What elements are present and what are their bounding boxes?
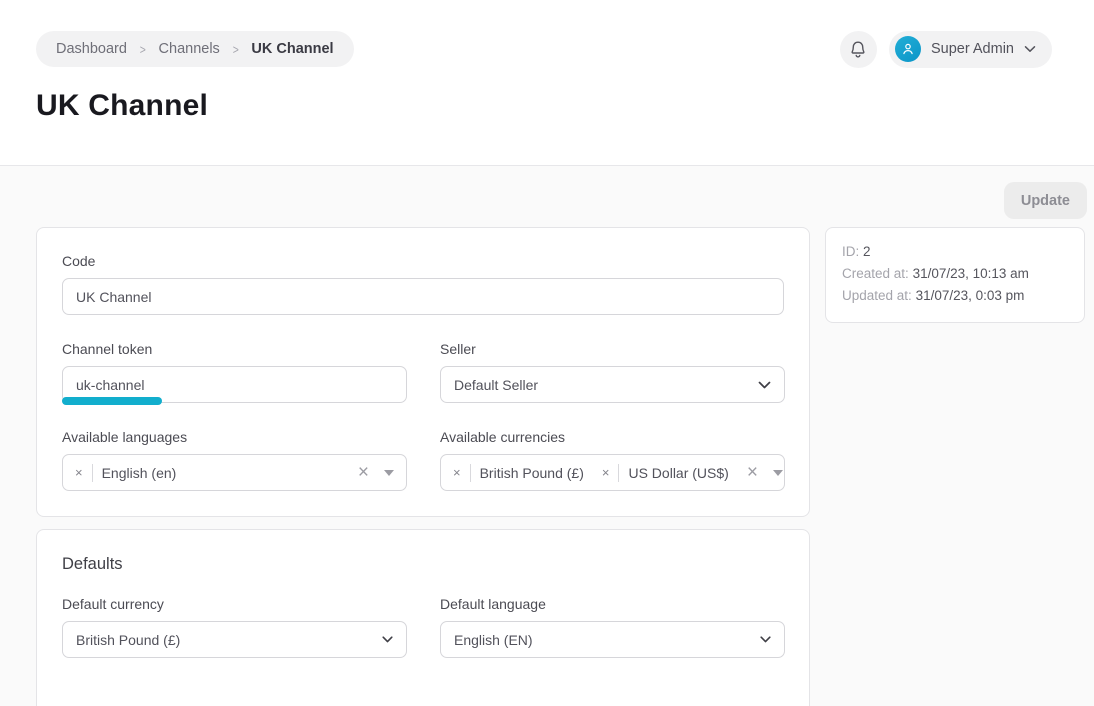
breadcrumb: Dashboard > Channels > UK Channel	[36, 31, 354, 67]
breadcrumb-dashboard[interactable]: Dashboard	[56, 41, 127, 57]
default-language-select[interactable]: English (EN)	[440, 621, 785, 658]
chip-divider	[618, 464, 619, 482]
code-field: Code	[62, 253, 784, 315]
channel-token-input-wrap	[62, 366, 407, 403]
token-highlight-bar	[62, 397, 162, 405]
channel-form-card: Code Channel token Seller Defa	[36, 227, 810, 517]
chip-remove-icon[interactable]: ×	[75, 466, 83, 479]
dropdown-caret-icon[interactable]	[773, 470, 783, 476]
chip-divider	[470, 464, 471, 482]
breadcrumb-separator-icon: >	[233, 42, 239, 57]
meta-created-label: Created at:	[842, 266, 909, 281]
code-input[interactable]	[62, 278, 784, 315]
code-label: Code	[62, 253, 784, 269]
clear-all-icon[interactable]: ×	[358, 463, 369, 482]
default-language-selected-value: English (EN)	[454, 632, 533, 648]
avatar	[895, 36, 921, 62]
chip-remove-icon[interactable]: ×	[453, 466, 461, 479]
app-root: Dashboard > Channels > UK Channel	[0, 0, 1094, 706]
default-language-field: Default language English (EN)	[440, 596, 785, 658]
topbar-actions: Super Admin	[840, 31, 1052, 68]
meta-id-value: 2	[863, 244, 871, 259]
meta-updated-line: Updated at: 31/07/23, 0:03 pm	[842, 285, 1068, 307]
seller-select[interactable]: Default Seller	[440, 366, 785, 403]
available-currencies-multiselect[interactable]: × British Pound (£) × US Dollar (US$) ×	[440, 454, 785, 491]
meta-id-line: ID: 2	[842, 241, 1068, 263]
available-currencies-field: Available currencies × British Pound (£)…	[440, 429, 785, 491]
page-title: UK Channel	[0, 67, 1094, 123]
seller-selected-value: Default Seller	[454, 377, 538, 393]
meta-created-value: 31/07/23, 10:13 am	[913, 266, 1029, 281]
currency-chip: × British Pound (£)	[453, 464, 584, 482]
dropdown-caret-icon[interactable]	[384, 470, 394, 476]
user-menu-button[interactable]: Super Admin	[889, 31, 1052, 68]
available-languages-field: Available languages × English (en) ×	[62, 429, 407, 491]
default-language-label: Default language	[440, 596, 785, 612]
notifications-button[interactable]	[840, 31, 877, 68]
person-icon	[901, 42, 915, 56]
main-row: Code Channel token Seller Defa	[36, 227, 1085, 517]
languages-currencies-row: Available languages × English (en) ×	[62, 429, 784, 491]
chip-label: English (en)	[102, 465, 177, 481]
chevron-down-icon	[1024, 45, 1036, 53]
available-languages-multiselect[interactable]: × English (en) ×	[62, 454, 407, 491]
action-row: Update	[0, 182, 1094, 219]
select-chevron-icon	[758, 381, 771, 389]
multiselect-controls: ×	[358, 463, 394, 482]
seller-label: Seller	[440, 341, 785, 357]
meta-updated-value: 31/07/23, 0:03 pm	[916, 288, 1025, 303]
page-header: Dashboard > Channels > UK Channel	[0, 0, 1094, 166]
defaults-row: Default currency British Pound (£) Defau…	[62, 596, 784, 658]
default-currency-select[interactable]: British Pound (£)	[62, 621, 407, 658]
bell-icon	[849, 40, 867, 59]
defaults-card: Defaults Default currency British Pound …	[36, 529, 810, 706]
meta-id-label: ID:	[842, 244, 859, 259]
breadcrumb-separator-icon: >	[140, 42, 146, 57]
chip-remove-icon[interactable]: ×	[602, 466, 610, 479]
update-button[interactable]: Update	[1004, 182, 1087, 219]
chip-label: US Dollar (US$)	[628, 465, 728, 481]
select-chevron-icon	[382, 636, 393, 643]
select-chevron-icon	[760, 636, 771, 643]
channel-token-label: Channel token	[62, 341, 407, 357]
chip-label: British Pound (£)	[480, 465, 584, 481]
breadcrumb-current-page: UK Channel	[251, 41, 333, 57]
meta-created-line: Created at: 31/07/23, 10:13 am	[842, 263, 1068, 285]
clear-all-icon[interactable]: ×	[747, 463, 758, 482]
chip-divider	[92, 464, 93, 482]
language-chip: × English (en)	[75, 464, 176, 482]
channel-token-field: Channel token	[62, 341, 407, 403]
available-languages-label: Available languages	[62, 429, 407, 445]
meta-card: ID: 2 Created at: 31/07/23, 10:13 am Upd…	[825, 227, 1085, 323]
currency-chip: × US Dollar (US$)	[602, 464, 729, 482]
top-bar: Dashboard > Channels > UK Channel	[0, 0, 1094, 67]
meta-updated-label: Updated at:	[842, 288, 912, 303]
default-currency-label: Default currency	[62, 596, 407, 612]
breadcrumb-channels[interactable]: Channels	[159, 41, 220, 57]
available-currencies-label: Available currencies	[440, 429, 785, 445]
user-name: Super Admin	[931, 41, 1014, 57]
defaults-title: Defaults	[62, 555, 784, 574]
default-currency-field: Default currency British Pound (£)	[62, 596, 407, 658]
seller-field: Seller Default Seller	[440, 341, 785, 403]
token-seller-row: Channel token Seller Default Seller	[62, 341, 784, 403]
content-area: Update Code Channel token	[0, 166, 1094, 706]
multiselect-controls: ×	[747, 463, 783, 482]
default-currency-selected-value: British Pound (£)	[76, 632, 180, 648]
